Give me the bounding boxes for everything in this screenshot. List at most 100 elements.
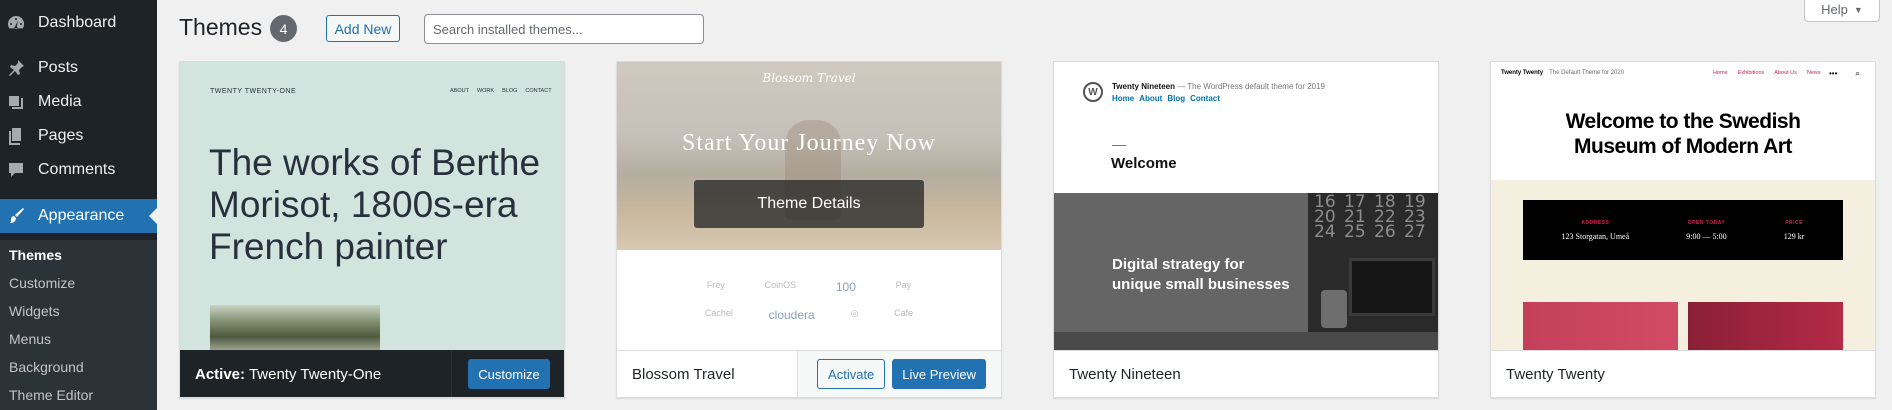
preview-info-key: PRICE: [1785, 219, 1803, 226]
search-themes-input[interactable]: [424, 14, 704, 44]
caret-down-icon: ▼: [1853, 4, 1863, 15]
preview-monitor: [1349, 258, 1435, 316]
preview-header-icons: ••• ⌕: [1829, 69, 1860, 79]
preview-nav-item: Home: [1713, 70, 1728, 76]
theme-card-footer: Active: Twenty Twenty-One Customize: [180, 350, 564, 397]
preview-info-value: 123 Storgatan, Umeå: [1561, 231, 1630, 241]
appearance-submenu: Themes Customize Widgets Menus Backgroun…: [0, 240, 157, 410]
help-tab-button[interactable]: Help ▼: [1804, 0, 1880, 22]
client-logo: CoinOS: [764, 280, 797, 290]
sidebar-item-label: Appearance: [38, 207, 125, 224]
client-logo: ◎: [850, 308, 859, 318]
preview-nav-item: Blog: [1167, 94, 1186, 103]
preview-tagline: The Default Theme for 2020: [1549, 70, 1625, 76]
live-preview-button[interactable]: Live Preview: [892, 359, 986, 389]
preview-welcome: Welcome: [1111, 155, 1177, 172]
calendar-number: 27: [1404, 222, 1426, 242]
submenu-item-background[interactable]: Background: [9, 359, 84, 375]
preview-heading-line: Welcome to the Swedish: [1565, 110, 1801, 133]
preview-nav-item: News: [1806, 70, 1821, 76]
preview-client-logos: Frey CoinOS 100 Pay Cachel cloudera ◎ Ca…: [617, 280, 1001, 336]
active-indicator: [149, 208, 157, 224]
sidebar-item-label: Pages: [38, 127, 84, 144]
pages-icon: [6, 126, 26, 146]
preview-info-column: PRICE 129 kr: [1784, 220, 1805, 241]
sidebar-item-comments[interactable]: Comments: [0, 153, 157, 187]
help-label: Help: [1821, 2, 1848, 17]
preview-logo: Blossom Travel: [762, 71, 856, 85]
preview-nav-item: Contact: [1190, 94, 1220, 103]
preview-heading-line: Museum of Modern Art: [1574, 135, 1792, 158]
theme-card-footer: Blossom Travel Activate Live Preview: [617, 350, 1001, 397]
calendar-number: 25: [1344, 222, 1366, 242]
sidebar-item-label: Posts: [38, 59, 79, 76]
client-logo: Frey: [706, 280, 725, 290]
theme-details-button[interactable]: Theme Details: [694, 180, 924, 228]
footer-divider: [451, 350, 452, 397]
theme-name: Twenty Nineteen: [1069, 366, 1181, 383]
preview-site-name: Twenty Nineteen: [1112, 82, 1175, 91]
theme-name: Blossom Travel: [632, 366, 735, 383]
theme-screenshot[interactable]: Blossom Travel Start Your Journey Now Fr…: [617, 62, 1001, 350]
submenu-item-themes[interactable]: Themes: [9, 247, 62, 263]
preview-tagline: — The WordPress default theme for 2019: [1177, 82, 1325, 91]
preview-nav: Home About Blog Contact: [1112, 94, 1220, 103]
calendar-number: 24: [1314, 222, 1336, 242]
preview-info-column: ADDRESS 123 Storgatan, Umeå: [1562, 220, 1630, 241]
sidebar-item-posts[interactable]: Posts: [0, 51, 157, 85]
preview-info-bar: ADDRESS 123 Storgatan, Umeå OPEN TODAY 9…: [1523, 200, 1843, 260]
admin-sidebar: Dashboard Posts Media Pages Comments App…: [0, 0, 157, 410]
preview-heading: The works of Berthe Morisot, 1800s-era F…: [209, 142, 541, 267]
preview-info-value: 129 kr: [1783, 231, 1805, 241]
calendar-number: 26: [1374, 222, 1396, 242]
preview-brand: Twenty Twenty The Default Theme for 2020: [1501, 70, 1624, 76]
sidebar-item-media[interactable]: Media: [0, 85, 157, 119]
preview-site-name: Twenty Twenty: [1501, 70, 1544, 76]
submenu-item-widgets[interactable]: Widgets: [9, 303, 60, 319]
preview-artwork-image: [1523, 302, 1678, 350]
preview-nav-item: About: [1139, 94, 1163, 103]
comment-icon: [6, 160, 26, 180]
sidebar-item-label: Comments: [38, 161, 116, 178]
preview-nav: Home Exhibitions About Us News: [1713, 70, 1821, 76]
preview-info-column: OPEN TODAY 9:00 — 5:00: [1686, 220, 1726, 241]
theme-card-twenty-twenty[interactable]: Twenty Twenty The Default Theme for 2020 …: [1490, 61, 1876, 398]
preview-hero-heading: Start Your Journey Now: [681, 130, 936, 156]
client-logo: 100: [835, 280, 856, 294]
theme-screenshot[interactable]: W Twenty Nineteen — The WordPress defaul…: [1054, 62, 1438, 350]
preview-info-key: ADDRESS: [1581, 219, 1610, 226]
more-dots-icon: •••: [1829, 69, 1838, 78]
sidebar-item-appearance[interactable]: Appearance: [0, 199, 157, 233]
preview-plant: [1321, 290, 1347, 328]
preview-nav-item: WORK: [476, 88, 495, 94]
preview-nav-item: ABOUT: [450, 88, 469, 94]
paintbrush-icon: [6, 206, 26, 226]
preview-header-area: Twenty Twenty The Default Theme for 2020 …: [1491, 62, 1875, 180]
activate-button[interactable]: Activate: [817, 359, 886, 389]
theme-actions: Activate Live Preview: [817, 359, 986, 389]
customize-button[interactable]: Customize: [468, 359, 550, 389]
client-logo: cloudera: [768, 308, 815, 322]
theme-card-twenty-twenty-one[interactable]: TWENTY TWENTY-ONE ABOUT WORK BLOG CONTAC…: [179, 61, 565, 398]
client-logo: Cachel: [704, 308, 733, 318]
submenu-item-customize[interactable]: Customize: [9, 275, 75, 291]
preview-nav-item: BLOG: [502, 88, 518, 94]
theme-screenshot[interactable]: TWENTY TWENTY-ONE ABOUT WORK BLOG CONTAC…: [180, 62, 564, 350]
submenu-item-menus[interactable]: Menus: [9, 331, 51, 347]
preview-desk: [1054, 332, 1438, 350]
preview-site-title: Twenty Nineteen — The WordPress default …: [1112, 82, 1325, 91]
preview-nav-item: About Us: [1774, 70, 1797, 76]
add-new-button[interactable]: Add New: [326, 15, 400, 42]
sidebar-item-dashboard[interactable]: Dashboard: [0, 6, 157, 40]
sidebar-item-pages[interactable]: Pages: [0, 119, 157, 153]
preview-nav-item: Home: [1112, 94, 1135, 103]
theme-screenshot[interactable]: Twenty Twenty The Default Theme for 2020 …: [1491, 62, 1875, 350]
theme-count-badge: 4: [270, 15, 297, 42]
active-theme-label: Active: Twenty Twenty-One: [195, 366, 381, 383]
theme-card-twenty-nineteen[interactable]: W Twenty Nineteen — The WordPress defaul…: [1053, 61, 1439, 398]
preview-artwork-image: [1688, 302, 1843, 350]
page-title: Themes: [179, 14, 263, 40]
submenu-item-theme-editor[interactable]: Theme Editor: [9, 387, 93, 403]
active-prefix: Active:: [195, 365, 246, 383]
theme-card-blossom-travel[interactable]: Blossom Travel Start Your Journey Now Fr…: [616, 61, 1002, 398]
